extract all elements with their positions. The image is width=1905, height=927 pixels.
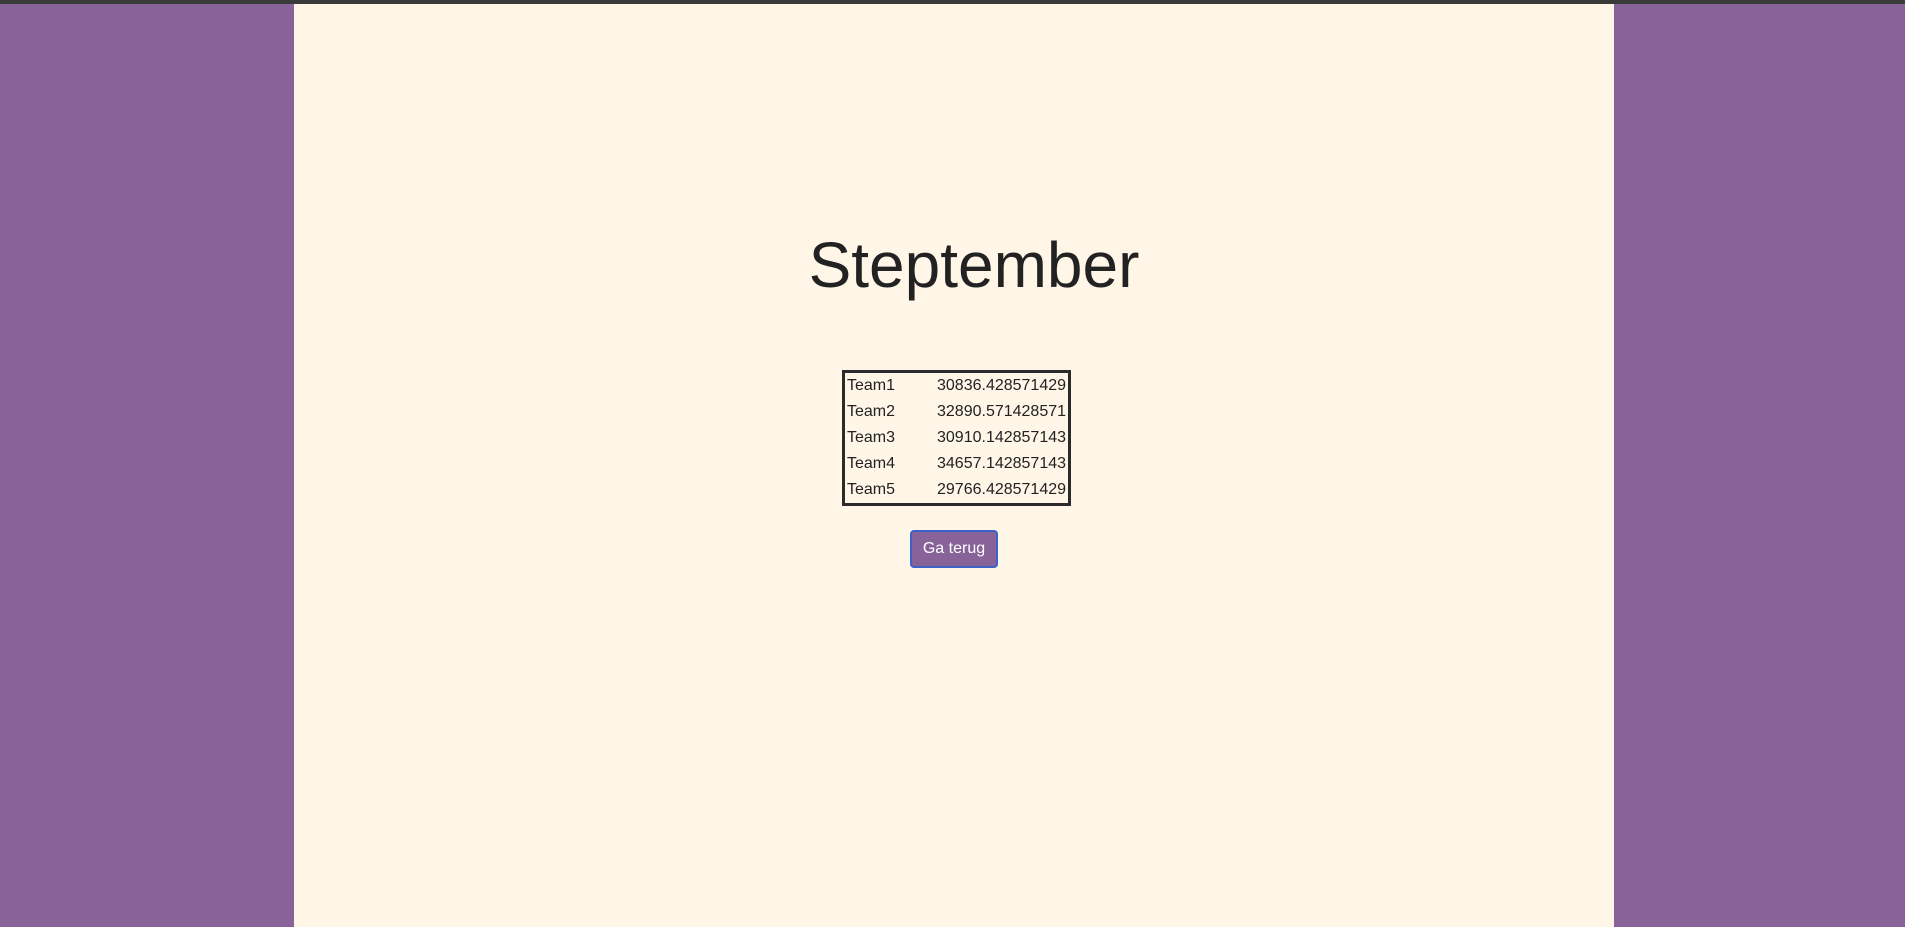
team-value: 32890.571428571: [937, 403, 1067, 420]
back-button[interactable]: Ga terug: [910, 530, 998, 568]
page-title: Steptember: [808, 229, 1140, 301]
team-value: 34657.142857143: [937, 455, 1067, 472]
team-name: Team1: [847, 377, 896, 394]
team-name: Team5: [847, 481, 896, 498]
content-area: Steptember Team1 30836.428571429 Team2 3…: [294, 4, 1614, 927]
team-value: 30836.428571429: [937, 377, 1067, 394]
table-row: Team1 30836.428571429: [844, 372, 1070, 400]
table-row: Team4 34657.142857143: [844, 451, 1070, 477]
table-row: Team5 29766.428571429: [844, 477, 1070, 505]
team-results-table: Team1 30836.428571429 Team2 32890.571428…: [842, 370, 1072, 506]
table-row: Team2 32890.571428571: [844, 399, 1070, 425]
team-value: 29766.428571429: [937, 481, 1067, 498]
table-row: Team3 30910.142857143: [844, 425, 1070, 451]
team-name: Team4: [847, 455, 896, 472]
team-name: Team3: [847, 429, 896, 446]
team-name: Team2: [847, 403, 896, 420]
team-value: 30910.142857143: [937, 429, 1067, 446]
